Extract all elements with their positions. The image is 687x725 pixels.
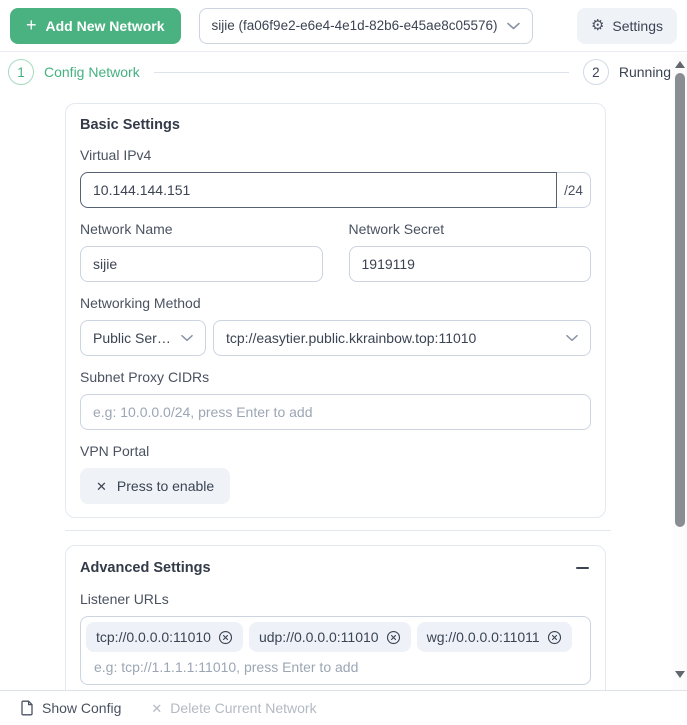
add-new-network-button[interactable]: + Add New Network — [10, 7, 181, 44]
delete-current-network-label: Delete Current Network — [170, 700, 317, 716]
listener-urls-text-input[interactable] — [86, 655, 571, 679]
arrow-down-icon[interactable] — [675, 671, 685, 678]
public-server-dropdown[interactable]: tcp://easytier.public.kkrainbow.top:1101… — [213, 320, 591, 356]
advanced-settings-title: Advanced Settings — [80, 560, 211, 576]
listener-url-chip: wg://0.0.0.0:11011 — [416, 622, 572, 652]
public-server-value: tcp://easytier.public.kkrainbow.top:1101… — [226, 330, 477, 346]
basic-settings-card: Basic Settings Virtual IPv4 /24 Network … — [65, 103, 606, 518]
subnet-proxy-input[interactable] — [80, 394, 591, 430]
scrollbar[interactable] — [673, 54, 687, 690]
basic-settings-title: Basic Settings — [80, 117, 180, 133]
networking-method-dropdown[interactable]: Public Server — [80, 320, 206, 356]
chevron-down-icon — [181, 334, 193, 342]
virtual-ipv4-label: Virtual IPv4 — [80, 147, 152, 163]
collapse-section-button[interactable] — [573, 559, 591, 577]
listener-url-chip: tcp://0.0.0.0:11010 — [86, 622, 243, 652]
circle-x-icon[interactable] — [547, 630, 562, 645]
network-secret-input[interactable] — [348, 246, 591, 282]
step-1-label: Config Network — [44, 64, 140, 80]
scrollbar-thumb[interactable] — [675, 73, 685, 527]
x-icon: ✕ — [151, 700, 163, 716]
step-1-number: 1 — [8, 59, 34, 85]
chevron-down-icon — [566, 334, 578, 342]
network-name-input[interactable] — [80, 246, 323, 282]
listener-urls-chips-input[interactable]: tcp://0.0.0.0:11010 udp://0.0.0.0:11010 … — [80, 616, 591, 685]
listener-urls-label: Listener URLs — [80, 591, 169, 607]
step-running[interactable]: 2 Running — [582, 59, 671, 85]
chevron-down-icon — [506, 22, 520, 30]
vpn-portal-enable-button[interactable]: ✕ Press to enable — [80, 468, 231, 504]
vpn-portal-label: VPN Portal — [80, 443, 150, 459]
arrow-up-icon[interactable] — [675, 61, 685, 68]
gear-icon: ⚙︎ — [590, 17, 605, 34]
show-config-label: Show Config — [42, 700, 122, 716]
stepper-connector — [153, 71, 569, 73]
top-toolbar: + Add New Network sijie (fa06f9e2-e6e4-4… — [0, 0, 687, 52]
stepper: 1 Config Network 2 Running — [0, 56, 671, 88]
x-icon: ✕ — [96, 478, 107, 494]
networking-method-label: Networking Method — [80, 295, 201, 311]
circle-x-icon[interactable] — [218, 630, 233, 645]
show-config-button[interactable]: Show Config — [20, 700, 121, 716]
add-new-network-label: Add New Network — [45, 17, 165, 34]
minus-icon — [575, 567, 589, 569]
chip-label: wg://0.0.0.0:11011 — [426, 629, 540, 645]
plus-icon: + — [26, 15, 37, 35]
networking-method-value: Public Server — [93, 330, 173, 346]
vpn-portal-enable-label: Press to enable — [116, 478, 215, 494]
step-2-label: Running — [618, 64, 671, 80]
virtual-ipv4-group: /24 — [80, 172, 591, 208]
virtual-ipv4-input[interactable] — [80, 172, 557, 208]
advanced-settings-card: Advanced Settings Listener URLs tcp://0.… — [65, 545, 606, 705]
settings-button[interactable]: ⚙︎ Settings — [576, 7, 677, 44]
footer-bar: Show Config ✕ Delete Current Network — [0, 690, 687, 725]
network-selector-dropdown[interactable]: sijie (fa06f9e2-e6e4-4e1d-82b6-e45ae8c05… — [198, 7, 533, 44]
network-name-label: Network Name — [80, 221, 173, 237]
network-selector-value: sijie (fa06f9e2-e6e4-4e1d-82b6-e45ae8c05… — [211, 18, 498, 33]
step-2-number: 2 — [582, 59, 609, 85]
delete-current-network-button[interactable]: ✕ Delete Current Network — [151, 700, 316, 716]
file-icon — [20, 700, 34, 716]
subnet-proxy-label: Subnet Proxy CIDRs — [80, 369, 210, 385]
chip-label: udp://0.0.0.0:11010 — [258, 629, 379, 645]
circle-x-icon[interactable] — [386, 630, 401, 645]
listener-url-chip: udp://0.0.0.0:11010 — [248, 622, 411, 652]
settings-label: Settings — [612, 17, 663, 34]
step-config-network[interactable]: 1 Config Network — [8, 59, 140, 85]
chip-label: tcp://0.0.0.0:11010 — [96, 629, 211, 645]
section-divider — [65, 530, 611, 531]
network-secret-label: Network Secret — [348, 221, 445, 237]
virtual-ipv4-prefix-addon: /24 — [557, 172, 591, 208]
